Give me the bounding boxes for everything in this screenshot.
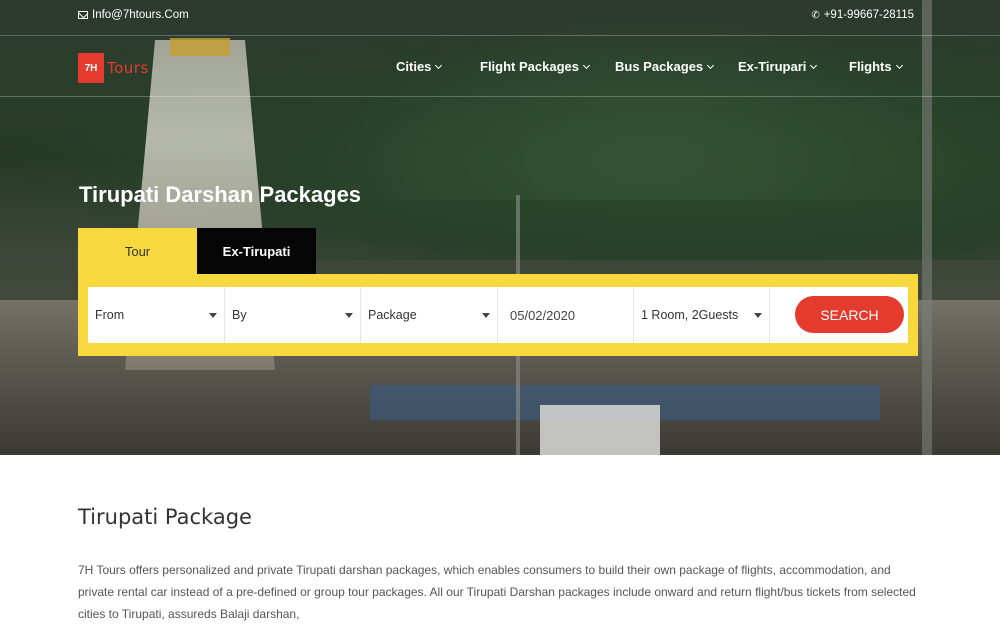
guests-select-label: 1 Room, 2Guests [641, 308, 739, 322]
caret-down-icon [754, 313, 762, 318]
mail-icon [78, 11, 88, 19]
caret-down-icon [345, 313, 353, 318]
package-select-label: Package [368, 308, 417, 322]
logo-mark: 7H [78, 53, 104, 83]
by-select-label: By [232, 308, 247, 322]
tab-ex-tirupati[interactable]: Ex-Tirupati [197, 228, 316, 274]
phone-text: +91-99667-28115 [823, 9, 914, 21]
search-fields: From By Package 05/02/2020 1 Room, 2Gues… [88, 287, 908, 343]
from-select[interactable]: From [88, 287, 225, 343]
hero-title: Tirupati Darshan Packages [79, 182, 362, 207]
nav-item-label: Ex-Tirupari [738, 59, 807, 74]
nav-item-cities[interactable]: Cities [396, 59, 443, 74]
chevron-down-icon [582, 61, 591, 69]
nav-item-flight-packages[interactable]: Flight Packages [480, 59, 591, 74]
search-button[interactable]: SEARCH [795, 296, 904, 333]
phone-link[interactable]: ✆ +91-99667-28115 [811, 9, 914, 21]
from-select-label: From [95, 308, 125, 322]
caret-down-icon [209, 313, 217, 318]
search-panel: From By Package 05/02/2020 1 Room, 2Gues… [78, 274, 918, 356]
chevron-down-icon [810, 61, 818, 69]
section-body: 7H Tours offers personalized and private… [78, 563, 916, 621]
logo-text: Tours [107, 59, 149, 77]
nav-item-ex-tirupari[interactable]: Ex-Tirupari [738, 59, 818, 74]
by-select[interactable]: By [225, 287, 361, 343]
chevron-down-icon [435, 61, 443, 69]
section-heading: Tirupati Package [78, 505, 252, 529]
email-link[interactable]: Info@7htours.Com [78, 9, 189, 21]
brand-logo[interactable]: 7H Tours [78, 53, 149, 83]
caret-down-icon [482, 313, 490, 318]
nav-item-label: Cities [396, 59, 432, 74]
date-input[interactable]: 05/02/2020 [498, 287, 634, 343]
top-bar: Info@7htours.Com ✆ +91-99667-28115 [0, 0, 1000, 36]
package-select[interactable]: Package [361, 287, 498, 343]
nav-item-label: Flights [849, 59, 892, 74]
chevron-down-icon [895, 61, 903, 69]
nav-item-label: Bus Packages [615, 59, 704, 74]
email-text: Info@7htours.Com [92, 9, 189, 21]
phone-icon: ✆ [811, 9, 820, 21]
search-tabs: Tour Ex-Tirupati [78, 228, 316, 274]
chevron-down-icon [707, 61, 715, 69]
nav-item-flights[interactable]: Flights [849, 59, 903, 74]
tab-tour[interactable]: Tour [78, 228, 197, 274]
date-value: 05/02/2020 [510, 307, 576, 323]
truck-background [540, 405, 660, 455]
hero-banner: Info@7htours.Com ✆ +91-99667-28115 7H To… [0, 0, 1000, 455]
nav-item-label: Flight Packages [480, 59, 579, 74]
nav-item-bus-packages[interactable]: Bus Packages [615, 59, 715, 74]
content-section: Tirupati Package 7H Tours offers persona… [0, 455, 1000, 621]
main-nav: 7H Tours Cities Flight Packages Bus Pack… [0, 37, 1000, 97]
guests-select[interactable]: 1 Room, 2Guests [634, 287, 770, 343]
